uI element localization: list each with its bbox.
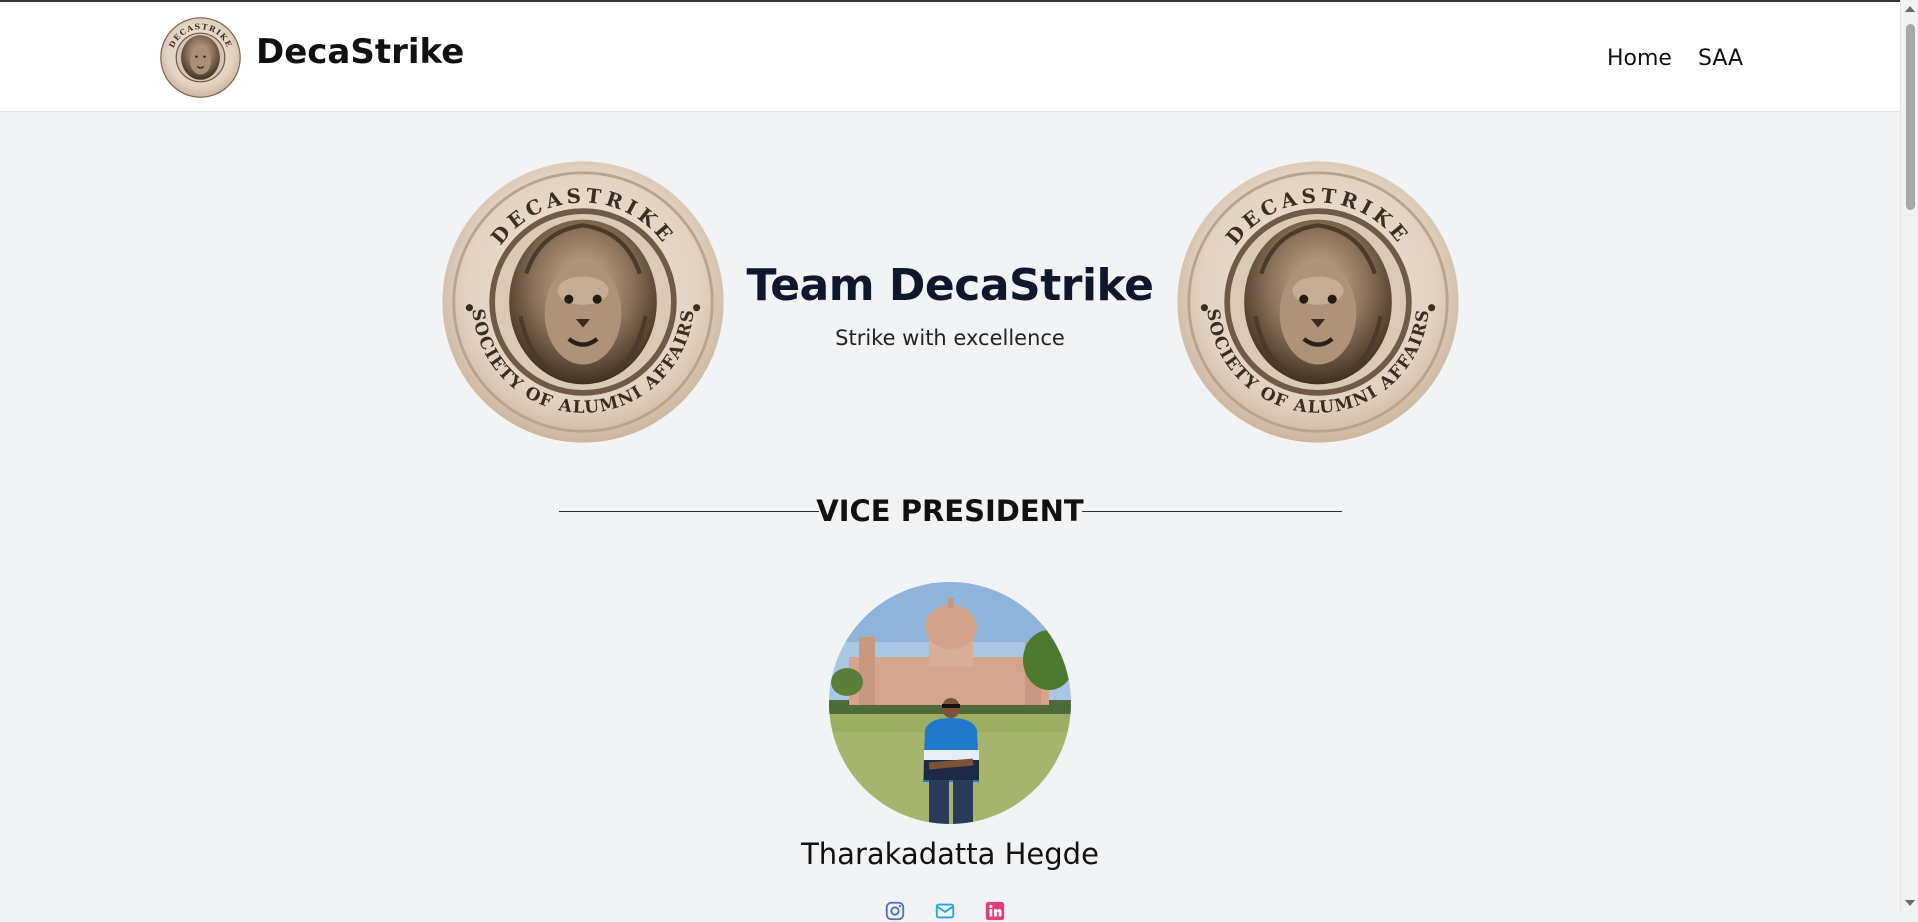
scrollbar-thumb[interactable] (1906, 24, 1915, 210)
scroll-down-arrow-icon[interactable] (1905, 900, 1915, 906)
nav-saa-link[interactable]: SAA (1698, 46, 1743, 71)
scroll-up-arrow-icon[interactable] (1905, 6, 1915, 12)
member-name: Tharakadatta Hegde (801, 837, 1099, 871)
page-title: Team DecaStrike (746, 260, 1154, 311)
mail-icon[interactable] (934, 900, 956, 922)
lion-emblem-left-icon: DECASTRIKE SOCIETY OF ALUMNI AFFAIRS (442, 161, 724, 443)
section-divider-right (1082, 511, 1342, 512)
linkedin-icon[interactable] (984, 900, 1006, 922)
instagram-icon[interactable] (884, 900, 906, 922)
lion-emblem-right-icon: DECASTRIKE SOCIETY OF ALUMNI AFFAIRS (1177, 161, 1459, 443)
brand-name[interactable]: DecaStrike (256, 32, 464, 72)
section-heading: VICE PRESIDENT (816, 494, 1084, 528)
vertical-scrollbar[interactable] (1900, 0, 1918, 912)
page-subtitle: Strike with excellence (835, 326, 1065, 350)
lion-crest-logo-icon[interactable]: DECASTRIKE (160, 17, 241, 98)
member-photo (829, 582, 1071, 824)
nav-home-link[interactable]: Home (1607, 46, 1672, 71)
section-divider-left (559, 511, 819, 512)
navbar: DECASTRIKE DecaStrike Home SAA (0, 2, 1900, 112)
